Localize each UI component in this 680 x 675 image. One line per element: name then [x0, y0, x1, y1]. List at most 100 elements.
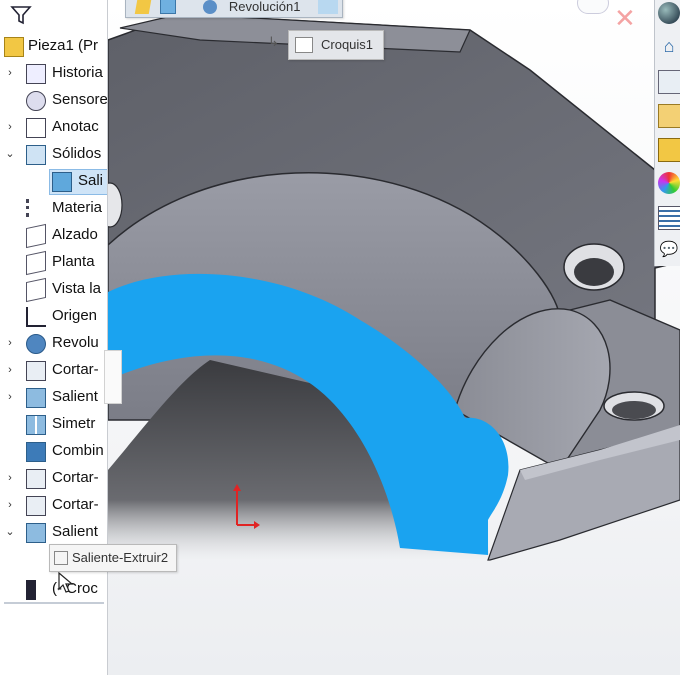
tree-item-4[interactable]: ⌄ Sólidos: [0, 141, 107, 167]
tree-item-label: Cortar-: [52, 361, 99, 378]
filter-icon[interactable]: [10, 4, 32, 26]
appearances-sphere-icon[interactable]: [658, 2, 680, 24]
revolve-icon: [203, 0, 218, 14]
extrude-icon: [26, 388, 46, 408]
part-model-render[interactable]: [107, 0, 680, 675]
cut-icon: [26, 361, 46, 381]
breadcrumb-sketch-label: Croquis1: [321, 37, 374, 52]
tree-item-label: Salient: [52, 523, 98, 540]
tree-item-2[interactable]: Sensores: [0, 87, 107, 113]
tree-divider: [4, 602, 104, 604]
close-icon[interactable]: ✕: [614, 5, 638, 31]
tree-item-5[interactable]: Sali: [0, 168, 107, 195]
tree-item-13[interactable]: › Salient: [0, 384, 107, 410]
arrow-icon: ↳: [268, 34, 279, 49]
mirror-icon: [26, 415, 46, 435]
expander-icon[interactable]: ›: [5, 465, 15, 491]
tree-item-label: Cortar-: [52, 469, 99, 486]
forum-icon[interactable]: 💬: [658, 240, 680, 262]
body-cube-icon: [159, 0, 176, 14]
tree-item-label: Materia: [52, 199, 103, 216]
sensors-icon: [26, 91, 46, 111]
tree-item-label: Salient: [52, 388, 98, 405]
tree-item-label: Sensores: [52, 91, 108, 108]
tree-item-1[interactable]: › Historia: [0, 60, 107, 86]
tree-item-label: Planta: [52, 253, 95, 270]
hover-tooltip-label: Saliente-Extruir2: [72, 550, 169, 565]
home-icon[interactable]: ⌂: [658, 36, 680, 58]
tree-item-17[interactable]: › Cortar-: [0, 492, 107, 518]
custom-properties-icon[interactable]: [658, 206, 680, 230]
bolt-hole-lower-depth: [612, 401, 656, 419]
context-popup: [104, 350, 122, 404]
tree-item-label: Anotac: [52, 118, 99, 135]
tree-item-16[interactable]: › Cortar-: [0, 465, 107, 491]
part-icon: [4, 37, 24, 57]
part-icon: [134, 0, 152, 14]
annotations-icon: [26, 118, 46, 138]
breadcrumb-feature-label: Revolución1: [228, 0, 301, 14]
feature-manager-tree[interactable]: Pieza1 (Pr › Historia Sensores › Anotac ⌄ Sóli…: [0, 0, 108, 675]
tree-item-label: Simetr: [52, 415, 96, 432]
sketch-icon: [26, 580, 36, 600]
tree-item-12[interactable]: › Cortar-: [0, 357, 107, 383]
tree-item-label: Cortar-: [52, 496, 99, 513]
tree-item-3[interactable]: › Anotac: [0, 114, 107, 140]
tree-root-part[interactable]: Pieza1 (Pr: [0, 33, 107, 59]
solid-bodies-icon: [26, 145, 46, 165]
tree-item-9[interactable]: Vista la: [0, 276, 107, 303]
tree-item-label: Sali: [78, 172, 104, 189]
expander-icon[interactable]: ›: [5, 60, 15, 86]
tree-item-label: Historia: [52, 64, 103, 81]
plane-icon: [26, 277, 46, 303]
task-pane-toolbar: ⌂ 💬: [654, 0, 680, 266]
cut-icon: [26, 469, 46, 489]
appearances-icon[interactable]: [658, 172, 680, 194]
design-library-icon[interactable]: [658, 70, 680, 94]
tree-item-label: Vista la: [52, 280, 101, 297]
graphics-viewport[interactable]: ✕: [107, 0, 680, 675]
extrude-icon: [54, 551, 68, 565]
file-explorer-icon[interactable]: [658, 104, 680, 128]
tree-item-10[interactable]: Origen: [0, 303, 107, 329]
sketch-icon: [318, 0, 339, 14]
combine-icon: [26, 442, 46, 462]
root-label: Pieza1 (Pr: [28, 37, 99, 54]
cut-icon: [26, 496, 46, 516]
tree-item-label: Origen: [52, 307, 98, 324]
expander-icon[interactable]: ›: [5, 114, 15, 140]
view-palette-icon[interactable]: [658, 138, 680, 162]
tree-item-15[interactable]: Combin: [0, 438, 107, 464]
tree-item-11[interactable]: › Revolu: [0, 330, 107, 356]
tree-item-label: Revolu: [52, 334, 99, 351]
breadcrumb-feature[interactable]: Revolución1: [125, 0, 344, 18]
bolt-hole-upper-depth: [574, 258, 614, 286]
tree-item-18[interactable]: ⌄ Salient: [0, 519, 107, 545]
tree-item-label: Combin: [52, 442, 104, 459]
revolve-icon: [26, 334, 46, 354]
tree-item-sketch[interactable]: (- Croc: [0, 576, 107, 602]
tree-item-label: Sólidos: [52, 145, 102, 162]
plane-icon: [26, 250, 46, 276]
expander-icon[interactable]: ›: [5, 357, 15, 383]
history-icon: [26, 64, 46, 84]
material-icon: [26, 199, 47, 217]
expander-icon[interactable]: ⌄: [5, 519, 15, 545]
body-icon: [52, 172, 72, 192]
breadcrumb-sketch[interactable]: Croquis1: [288, 30, 384, 60]
extrude-icon: [26, 523, 46, 543]
tree-item-6[interactable]: Materia: [0, 195, 107, 221]
tree-item-label: Alzado: [52, 226, 98, 243]
expander-icon[interactable]: ›: [5, 384, 15, 410]
mouse-cursor-icon: [58, 572, 74, 593]
plane-icon: [26, 223, 46, 249]
tree-item-14[interactable]: Simetr: [0, 411, 107, 437]
expander-icon[interactable]: ›: [5, 492, 15, 518]
info-icon: [577, 0, 609, 14]
hover-tooltip: Saliente-Extruir2: [49, 544, 178, 572]
tree-item-7[interactable]: Alzado: [0, 222, 107, 249]
expander-icon[interactable]: ⌄: [5, 141, 15, 167]
origin-icon: [26, 307, 46, 327]
expander-icon[interactable]: ›: [5, 330, 15, 356]
tree-item-8[interactable]: Planta: [0, 249, 107, 276]
